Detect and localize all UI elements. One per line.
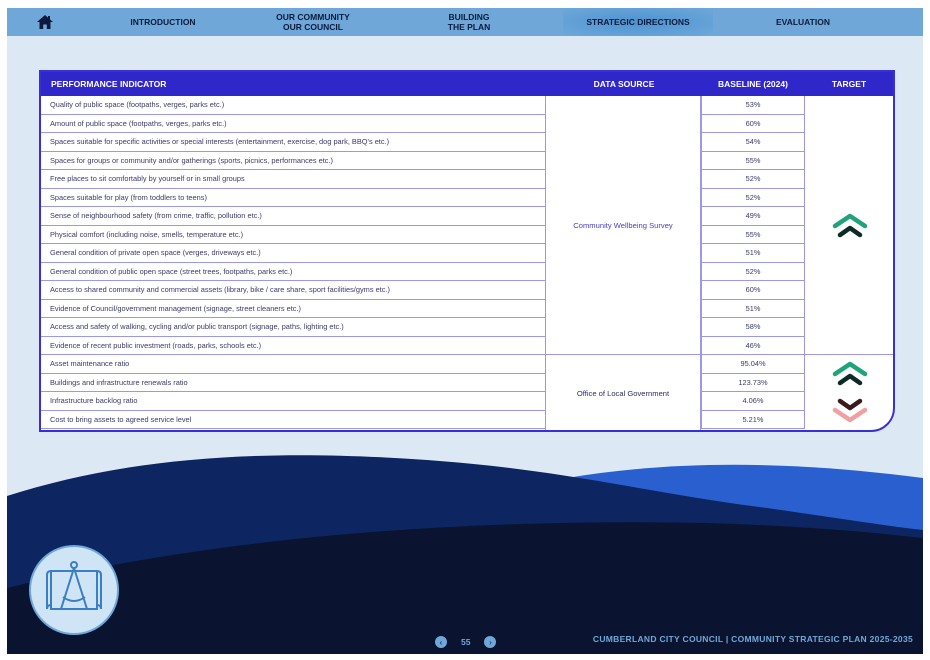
nav-item-label: STRATEGIC DIRECTIONS [586,17,690,27]
nav-item-introduction[interactable]: INTRODUCTION [117,8,209,36]
indicator-label: General condition of public open space (… [50,266,293,276]
indicator-label: Access and safety of walking, cycling an… [50,322,344,332]
baseline-value: 5.21% [701,410,805,429]
column-header-indicator: PERFORMANCE INDICATOR [51,79,167,89]
increase-arrow-icon [832,213,868,238]
nav-item-label: EVALUATION [776,17,830,27]
chevron-left-icon[interactable]: ‹ [435,636,447,648]
nav-item-strategic-directions[interactable]: STRATEGIC DIRECTIONS [563,8,713,36]
data-source-label: Community Wellbeing Survey [573,220,673,230]
table-row: Spaces suitable for play (from toddlers … [41,189,545,207]
nav-item-evaluation[interactable]: EVALUATION [759,8,847,36]
footer-waves [7,455,923,654]
nav-home-button[interactable] [31,8,59,36]
indicator-label: Access to shared community and commercia… [50,285,390,295]
baseline-value: 46% [701,336,805,355]
table-row: General condition of private open space … [41,244,545,263]
table-row: Spaces for groups or community and/or ga… [41,152,545,170]
table-row: Sense of neighbourhood safety (from crim… [41,207,545,226]
compass-blueprint-icon [29,545,119,635]
baseline-value: 53% [701,96,805,115]
page-number: 55 [461,637,471,647]
nav-item-label: OUR COUNCIL [283,22,343,32]
top-navigation: INTRODUCTION OUR COMMUNITY OUR COUNCIL B… [7,8,923,36]
indicator-label: Amount of public space (footpaths, verge… [50,118,227,128]
baseline-value: 55% [701,151,805,170]
nav-item-label: THE PLAN [447,22,491,32]
baseline-value: 54% [701,133,805,152]
baseline-value: 52% [701,188,805,207]
table-row: Free places to sit comfortably by yourse… [41,170,545,189]
baseline-value: 95.04% [701,355,805,374]
table-row: Spaces suitable for specific activities … [41,133,545,152]
increase-arrow-icon [832,361,868,386]
indicator-label: Physical comfort (including noise, smell… [50,229,244,239]
baseline-value: 52% [701,262,805,281]
performance-indicator-table: PERFORMANCE INDICATOR DATA SOURCE BASELI… [39,70,895,432]
column-header-target: TARGET [831,79,867,89]
table-row: Infrastructure backlog ratio [41,392,545,411]
data-source-cell: Office of Local Government [545,355,701,430]
indicator-label: Evidence of recent public investment (ro… [50,340,262,350]
table-row: Amount of public space (footpaths, verge… [41,115,545,133]
table-row: Evidence of recent public investment (ro… [41,337,545,355]
indicator-label: Cost to bring assets to agreed service l… [50,414,192,424]
decrease-arrow-icon [832,398,868,423]
indicator-label: Spaces suitable for specific activities … [50,137,390,147]
baseline-value: 51% [701,244,805,263]
indicator-label: Infrastructure backlog ratio [50,396,138,406]
table-row: Asset maintenance ratio [41,355,545,374]
footer-title: CUMBERLAND CITY COUNCIL | COMMUNITY STRA… [592,634,913,644]
table-row: Access and safety of walking, cycling an… [41,318,545,337]
nav-item-building-the-plan[interactable]: BUILDING THE PLAN [425,8,513,36]
page-navigator: ‹ 55 › [435,635,497,649]
chevron-right-icon[interactable]: › [484,636,497,648]
baseline-value: 4.06% [701,392,805,411]
indicator-label: Buildings and infrastructure renewals ra… [50,377,188,387]
target-cell [805,355,893,430]
page: INTRODUCTION OUR COMMUNITY OUR COUNCIL B… [7,8,923,654]
nav-item-label: OUR COMMUNITY [276,12,350,22]
indicator-label: Quality of public space (footpaths, verg… [50,100,225,110]
indicator-label: Spaces for groups or community and/or ga… [50,155,334,165]
baseline-value: 123.73% [701,373,805,392]
nav-item-label: INTRODUCTION [130,17,196,27]
baseline-value: 58% [701,318,805,337]
target-cell [805,96,893,355]
baseline-value: 60% [701,281,805,300]
table-row: Quality of public space (footpaths, verg… [41,96,545,115]
baseline-value: 55% [701,225,805,244]
indicator-label: Evidence of Council/government managemen… [50,303,302,313]
table-row: Physical comfort (including noise, smell… [41,226,545,244]
column-header-data-source: DATA SOURCE [593,79,655,89]
data-source-label: Office of Local Government [576,389,670,398]
indicator-label: Sense of neighbourhood safety (from crim… [50,211,262,221]
table-row: Buildings and infrastructure renewals ra… [41,374,545,392]
indicator-label: Free places to sit comfortably by yourse… [50,174,245,184]
data-source-cell: Community Wellbeing Survey [545,96,701,355]
baseline-value: 60% [701,114,805,133]
baseline-value: 51% [701,299,805,318]
indicator-label: Asset maintenance ratio [50,359,130,369]
nav-item-label: BUILDING [448,12,490,22]
table-row: General condition of public open space (… [41,263,545,281]
table-row: Evidence of Council/government managemen… [41,300,545,318]
indicator-label: Spaces suitable for play (from toddlers … [50,192,207,202]
table-row: Cost to bring assets to agreed service l… [41,411,545,429]
table-row: Access to shared community and commercia… [41,281,545,300]
baseline-value: 49% [701,207,805,226]
nav-item-our-community[interactable]: OUR COMMUNITY OUR COUNCIL [261,8,365,36]
column-header-baseline: BASELINE (2024) [718,79,788,89]
home-icon [37,15,53,29]
indicator-label: General condition of private open space … [50,248,261,258]
baseline-value: 52% [701,170,805,189]
table-header: PERFORMANCE INDICATOR DATA SOURCE BASELI… [41,72,893,96]
